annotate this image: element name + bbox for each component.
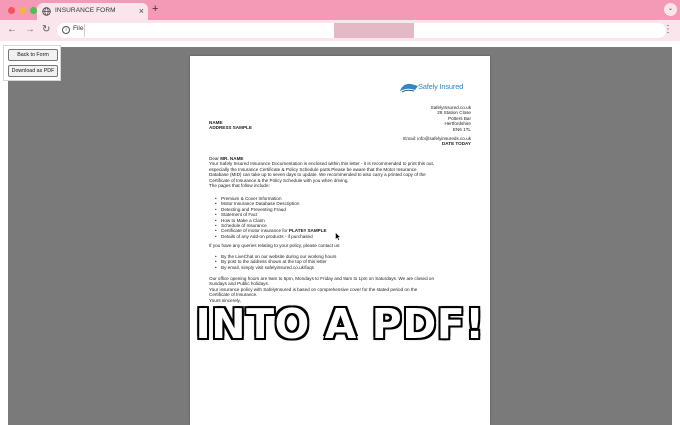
window-close-control[interactable] — [8, 7, 15, 14]
contact-date-block: Email: info@safelyinsureds.co.uk DATE TO… — [403, 136, 471, 147]
back-arrow-icon[interactable]: ← — [7, 24, 17, 36]
download-pdf-button[interactable]: Download as PDF — [8, 65, 58, 77]
tab-title: INSURANCE FORM — [55, 7, 116, 14]
tab-close-icon[interactable]: × — [139, 5, 144, 17]
intro-line: The pages that follow include: — [209, 183, 270, 189]
browser-menu-icon[interactable]: ⋮ — [663, 24, 673, 36]
redacted-url — [334, 23, 414, 38]
queries-line: If you have any queries relating to your… — [209, 243, 341, 248]
overlay-caption: INTO A PDF! — [195, 300, 485, 348]
logo-text: Safely Insured — [418, 82, 464, 91]
tab-bar: INSURANCE FORM × + ⌄ — [0, 0, 680, 20]
intro-line: Database (MID) can take up to seven days… — [209, 172, 426, 178]
tab-search-button[interactable]: ⌄ — [664, 3, 677, 16]
address-bar[interactable]: i File — [57, 23, 666, 38]
info-icon: i — [62, 26, 70, 34]
pages-list: Premium & Cover Information Motor Insura… — [215, 196, 327, 240]
list-item: Details of any Add-on products - if purc… — [215, 234, 327, 240]
contact-list: By the LiveChat on our website during ou… — [215, 254, 336, 271]
company-address: SafelyInsured.co.uk 28 Station Close Pot… — [431, 105, 471, 132]
tab-insurance-form[interactable]: INSURANCE FORM × — [37, 3, 148, 20]
closing-block: Our office opening hours are 9am to 5pm,… — [209, 276, 434, 303]
window-minimize-control[interactable] — [19, 7, 26, 14]
new-tab-button[interactable]: + — [152, 2, 158, 16]
window-maximize-control[interactable] — [30, 7, 37, 14]
company-logo: Safely Insured — [399, 80, 469, 94]
mouse-cursor-icon — [335, 232, 341, 241]
letter-intro: Dear MR. NAME Your Safely Insured Insura… — [209, 156, 434, 188]
list-item: By email, simply visit safelyinsured.co.… — [215, 265, 336, 271]
recipient-address: ADDRESS SAMPLE — [209, 125, 252, 131]
action-panel: Back to Form Download as PDF — [3, 45, 61, 81]
recipient-block: NAME ADDRESS SAMPLE — [209, 120, 252, 131]
reload-icon[interactable]: ↻ — [42, 24, 50, 36]
date-line: DATE TODAY — [441, 141, 471, 147]
forward-arrow-icon[interactable]: → — [25, 24, 35, 36]
globe-icon — [42, 7, 51, 16]
back-to-form-button[interactable]: Back to Form — [8, 49, 58, 61]
browser-toolbar: ← → ↻ i File ⋮ — [0, 20, 680, 41]
site-info-chip[interactable]: i File — [59, 24, 85, 37]
car-shield-icon — [400, 83, 418, 93]
address-line: EN6 1TL — [452, 126, 471, 132]
file-scheme-label: File — [73, 25, 84, 32]
